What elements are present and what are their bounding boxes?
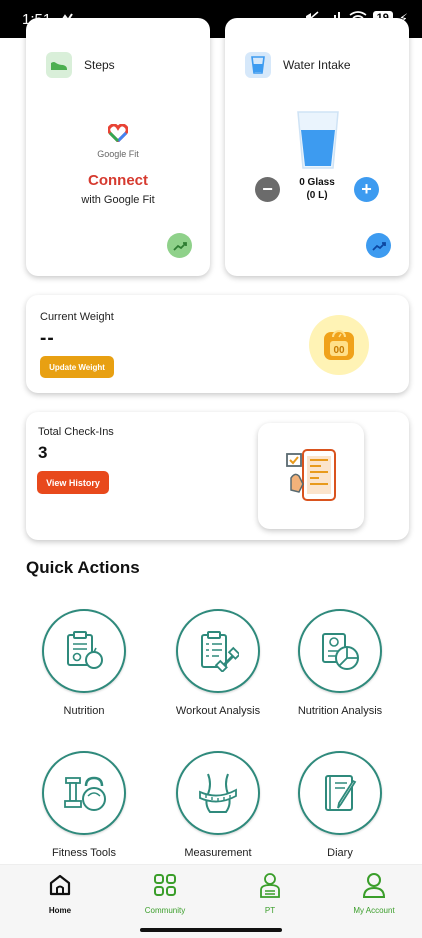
svg-text:00: 00 — [333, 345, 345, 356]
checkins-title: Total Check-Ins — [38, 426, 114, 438]
checkins-value: 3 — [38, 443, 48, 462]
nutrition-clipboard-icon — [42, 609, 126, 693]
nav-label: PT — [264, 906, 276, 915]
minus-icon[interactable]: − — [255, 176, 280, 202]
weight-title: Current Weight — [40, 311, 114, 323]
user-icon — [334, 871, 414, 899]
google-fit-logo: Google Fit — [26, 123, 210, 159]
steps-card-header: Steps — [46, 52, 115, 78]
quick-action-measurement[interactable]: Measurement — [153, 751, 283, 859]
quick-action-label: Fitness Tools — [52, 847, 116, 859]
nav-item-home[interactable]: Home — [20, 871, 100, 915]
quick-action-diary[interactable]: Diary — [275, 751, 405, 859]
nav-item-pt[interactable]: PT — [230, 871, 310, 915]
nutrition-chart-icon — [298, 609, 382, 693]
water-intake-card[interactable]: Water Intake − 0 Glass (0 L) + — [225, 18, 409, 276]
nav-label: Community — [144, 906, 186, 915]
water-trend-icon[interactable] — [366, 233, 391, 258]
quick-action-workout-analysis[interactable]: Workout Analysis — [153, 609, 283, 717]
glass-icon — [245, 52, 271, 78]
grid-icon — [125, 871, 205, 899]
dumbbell-kettlebell-icon — [42, 751, 126, 835]
shoe-icon — [46, 52, 72, 78]
quick-actions-title: Quick Actions — [26, 558, 140, 577]
connect-subtitle: with Google Fit — [81, 194, 155, 206]
plus-icon[interactable]: + — [354, 176, 379, 202]
water-liters: (0 L) — [306, 190, 328, 201]
quick-action-nutrition-analysis[interactable]: Nutrition Analysis — [275, 609, 405, 717]
google-fit-label: Google Fit — [97, 149, 139, 159]
bottom-navigation: Home Community PT My Account — [0, 864, 422, 938]
gesture-home-bar[interactable] — [140, 928, 282, 932]
water-card-header: Water Intake — [245, 52, 351, 78]
quick-action-fitness-tools[interactable]: Fitness Tools — [19, 751, 149, 859]
steps-title: Steps — [84, 58, 115, 72]
weight-value: -- — [40, 328, 55, 349]
water-glass-icon — [295, 110, 341, 170]
steps-card[interactable]: Steps Google Fit Connect with Google Fit — [26, 18, 210, 276]
waist-tape-icon — [176, 751, 260, 835]
view-history-button[interactable]: View History — [37, 471, 109, 494]
quick-action-label: Nutrition — [63, 705, 105, 717]
check-ins-card: Total Check-Ins 3 View History — [26, 412, 409, 540]
steps-trend-icon[interactable] — [167, 233, 192, 258]
nav-label: Home — [48, 906, 72, 915]
quick-action-label: Diary — [327, 847, 353, 859]
nav-item-community[interactable]: Community — [125, 871, 205, 915]
connect-google-fit-link[interactable]: Connect — [26, 172, 210, 189]
glass-count: 0 Glass — [299, 177, 335, 188]
nav-label: My Account — [353, 906, 395, 915]
update-weight-button[interactable]: Update Weight — [40, 356, 114, 378]
quick-action-label: Workout Analysis — [175, 705, 261, 717]
tablet-checklist-icon — [258, 423, 364, 529]
quick-action-nutrition[interactable]: Nutrition — [19, 609, 149, 717]
diary-pen-icon — [298, 751, 382, 835]
home-icon — [20, 871, 100, 899]
workout-clipboard-icon — [176, 609, 260, 693]
current-weight-card: Current Weight -- Update Weight 00 — [26, 295, 409, 393]
water-title: Water Intake — [283, 58, 351, 72]
nav-item-my-account[interactable]: My Account — [334, 871, 414, 915]
quick-action-label: Measurement — [184, 847, 252, 859]
trainer-icon — [230, 871, 310, 899]
scale-icon: 00 — [309, 315, 369, 375]
quick-action-label: Nutrition Analysis — [297, 705, 383, 717]
